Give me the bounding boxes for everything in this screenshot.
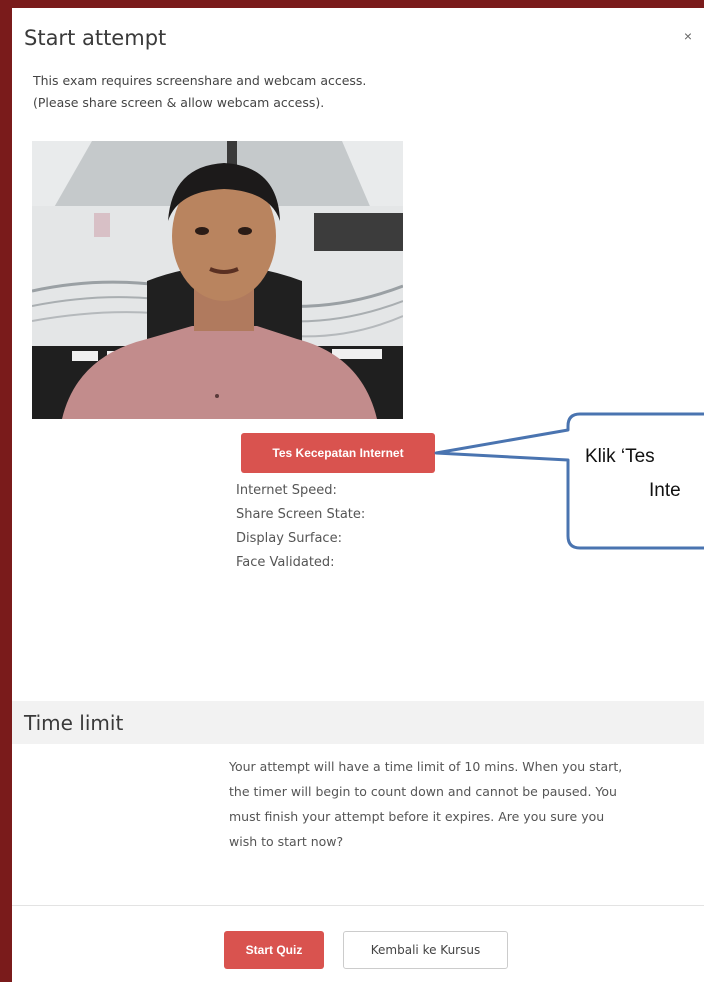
- share-screen-state-label: Share Screen State:: [236, 507, 366, 522]
- webcam-preview: [32, 141, 403, 419]
- intro-line-2: (Please share screen & allow webcam acce…: [33, 95, 325, 110]
- intro-text: This exam requires screenshare and webca…: [33, 70, 366, 114]
- speed-test-button[interactable]: Tes Kecepatan Internet: [241, 433, 435, 473]
- time-limit-line-1: Your attempt will have a time limit of 1…: [229, 759, 623, 774]
- time-limit-text: Your attempt will have a time limit of 1…: [229, 754, 699, 854]
- internet-speed-label: Internet Speed:: [236, 483, 337, 498]
- callout-line-1: Klik ‘Tes: [585, 446, 655, 467]
- start-quiz-button[interactable]: Start Quiz: [224, 931, 324, 969]
- back-to-course-button[interactable]: Kembali ke Kursus: [343, 931, 508, 969]
- face-validated-label: Face Validated:: [236, 555, 335, 570]
- webcam-image: [32, 141, 403, 419]
- intro-line-1: This exam requires screenshare and webca…: [33, 73, 367, 88]
- status-list: Internet Speed: Share Screen State: Disp…: [236, 479, 365, 575]
- modal-footer: Start Quiz Kembali ke Kursus: [12, 905, 704, 982]
- time-limit-header: Time limit: [12, 701, 704, 744]
- modal-header: Start attempt ×: [12, 8, 704, 68]
- callout-text: Klik ‘Tes Inte: [585, 440, 704, 508]
- modal-title: Start attempt: [24, 26, 167, 50]
- time-limit-heading: Time limit: [24, 711, 124, 735]
- close-icon[interactable]: ×: [684, 28, 692, 44]
- callout-line-2: Inte: [649, 480, 681, 501]
- display-surface-label: Display Surface:: [236, 531, 342, 546]
- time-limit-line-4: wish to start now?: [229, 834, 344, 849]
- time-limit-line-3: must finish your attempt before it expir…: [229, 809, 605, 824]
- time-limit-line-2: the timer will begin to count down and c…: [229, 784, 617, 799]
